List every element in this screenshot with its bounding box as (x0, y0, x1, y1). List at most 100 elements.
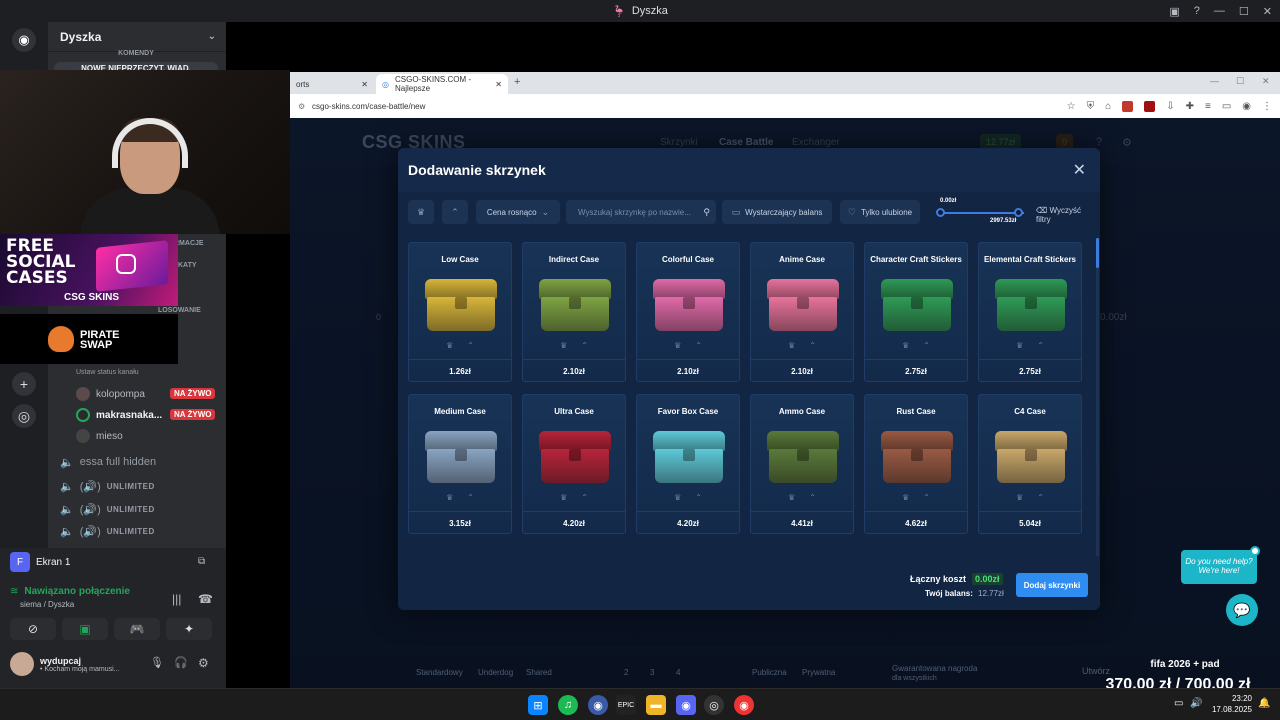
chat-button[interactable]: 💬 (1226, 594, 1258, 626)
clock[interactable]: 23:20 17.08.2025 (1212, 693, 1252, 715)
close-tab-icon[interactable]: ✕ (361, 80, 368, 89)
status-hint[interactable]: Ustaw status kanału (76, 369, 196, 376)
close-icon[interactable]: ✕ (1073, 160, 1086, 180)
case-card[interactable]: Colorful Case ♛ ⌃ 2.10zł (636, 242, 740, 382)
chevron-up-icon[interactable]: ⌃ (1037, 341, 1044, 350)
guaranteed-reward[interactable]: Gwarantowana nagroda (892, 664, 977, 673)
epic-games-icon[interactable]: EPIC (616, 695, 636, 715)
noise-icon[interactable]: ||| (172, 592, 181, 606)
disconnect-icon[interactable]: ☎ (198, 592, 213, 606)
activity-button[interactable]: 🎮 (114, 618, 160, 640)
voice-channel[interactable]: 🔈 (🔊) UNLIMITED (60, 500, 155, 518)
url-text[interactable]: csgo-skins.com/case-battle/new (312, 102, 425, 111)
case-card[interactable]: Medium Case ♛ ⌃ 3.15zł (408, 394, 512, 534)
extension-red-icon[interactable] (1122, 100, 1134, 112)
case-card[interactable]: Ammo Case ♛ ⌃ 4.41zł (750, 394, 854, 534)
crown-icon[interactable]: ♛ (560, 493, 567, 502)
spotify-icon[interactable]: ♫ (558, 695, 578, 715)
file-explorer-icon[interactable]: ▬ (646, 695, 666, 715)
chat-close-dot[interactable] (1250, 546, 1260, 556)
range-min-handle[interactable] (936, 208, 945, 217)
extension-icon[interactable]: ⌂ (1105, 101, 1111, 112)
obs-icon[interactable]: ◎ (704, 695, 724, 715)
mode-standard[interactable]: Standardowy (416, 668, 463, 677)
chevron-up-icon[interactable]: ⌃ (809, 341, 816, 350)
chevron-up-icon[interactable]: ⌃ (923, 493, 930, 502)
voice-channel[interactable]: 🔈 (🔊) UNLIMITED (60, 522, 155, 540)
case-card[interactable]: Anime Case ♛ ⌃ 2.10zł (750, 242, 854, 382)
case-card[interactable]: C4 Case ♛ ⌃ 5.04zł (978, 394, 1082, 534)
voice-channel[interactable]: 🔈 (🔊) UNLIMITED (60, 477, 155, 495)
players-2[interactable]: 2 (624, 668, 628, 677)
tab-previous[interactable]: orts ✕ (290, 74, 374, 94)
browser-menu-icon[interactable]: ⋮ (1262, 101, 1272, 112)
crown-icon[interactable]: ♛ (560, 341, 567, 350)
tab-active[interactable]: ◎ CSGO-SKINS.COM - Najlepsze ✕ (376, 74, 508, 94)
user-panel[interactable]: wydupcaj • Kocham moją mamusi... (10, 652, 119, 676)
app-orb-icon[interactable]: ◉ (588, 695, 608, 715)
clear-filters-button[interactable]: ⌫ Wyczyść filtry (1036, 206, 1090, 224)
chevron-up-icon[interactable]: ⌃ (1037, 493, 1044, 502)
site-info-icon[interactable]: ⚙ (298, 102, 305, 111)
address-bar[interactable]: ⚙ csgo-skins.com/case-battle/new ☆ ⛨ ⌂ ⇩… (290, 94, 1280, 118)
chevron-up-icon[interactable]: ⌃ (809, 493, 816, 502)
crown-icon[interactable]: ♛ (788, 493, 795, 502)
chat-help-bubble[interactable]: Do you need help? We're here! (1181, 550, 1257, 584)
maximize-button[interactable]: ☐ (1239, 5, 1249, 18)
profile-icon[interactable]: ◉ (1242, 101, 1251, 112)
discord-home-icon[interactable]: ◉ (12, 28, 36, 52)
screen-share-row[interactable]: F Ekran 1 (10, 552, 70, 572)
range-max-handle[interactable] (1014, 208, 1023, 217)
visibility-public[interactable]: Publiczna (752, 668, 787, 677)
voice-user[interactable]: kolopompa (76, 386, 145, 402)
mode-shared[interactable]: Shared (526, 668, 552, 677)
crown-icon[interactable]: ♛ (1016, 493, 1023, 502)
minimize-button[interactable]: — (1214, 5, 1225, 17)
crown-filter-button[interactable]: ♛ (408, 200, 434, 224)
network-icon[interactable]: ▭ (1174, 698, 1183, 709)
chevron-up-icon[interactable]: ⌃ (467, 493, 474, 502)
case-card[interactable]: Indirect Case ♛ ⌃ 2.10zł (522, 242, 626, 382)
channel-losowanie[interactable]: LOSOWANIE (158, 307, 218, 314)
voice-user[interactable]: mieso (76, 428, 123, 444)
mic-icon[interactable]: 🎙 (150, 656, 164, 669)
voice-user[interactable]: makrasnaka... (76, 407, 162, 423)
inbox-icon[interactable]: ▣ (1169, 5, 1179, 18)
crown-icon[interactable]: ♛ (1016, 341, 1023, 350)
tab-search-icon[interactable]: ▭ (1222, 101, 1231, 112)
close-tab-icon[interactable]: ✕ (495, 80, 502, 89)
crown-icon[interactable]: ♛ (446, 493, 453, 502)
crown-icon[interactable]: ♛ (788, 341, 795, 350)
extension-download-icon[interactable]: ⇩ (1166, 101, 1174, 112)
enough-balance-toggle[interactable]: ▭ Wystarczający balans (722, 200, 832, 224)
notification-bell-icon[interactable]: 🔔 (1258, 698, 1270, 709)
extensions-puzzle-icon[interactable]: ✚ (1186, 101, 1194, 112)
reading-list-icon[interactable]: ≡ (1205, 101, 1211, 112)
chevron-up-icon[interactable]: ⌃ (923, 341, 930, 350)
screen-share-button[interactable]: ▣ (62, 618, 108, 640)
chevron-up-icon[interactable]: ⌃ (581, 341, 588, 350)
players-4[interactable]: 4 (676, 668, 680, 677)
chevron-up-icon[interactable]: ⌃ (695, 341, 702, 350)
players-3[interactable]: 3 (650, 668, 654, 677)
case-card[interactable]: Ultra Case ♛ ⌃ 4.20zł (522, 394, 626, 534)
headphones-icon[interactable]: 🎧 (174, 656, 188, 669)
visibility-private[interactable]: Prywatna (802, 668, 835, 677)
search-input[interactable] (568, 200, 714, 224)
scrollbar-thumb[interactable] (1096, 238, 1099, 268)
add-server-icon[interactable]: + (12, 372, 36, 396)
popout-icon[interactable]: ⧉ (198, 556, 205, 567)
chevron-up-icon[interactable]: ⌃ (581, 493, 588, 502)
extension-shield-icon[interactable]: ⛨ (1087, 101, 1095, 112)
browser-maximize[interactable]: ☐ (1236, 76, 1244, 87)
voice-channel[interactable]: 🔈 essa full hidden (60, 453, 156, 471)
windows-start-icon[interactable]: ⊞ (528, 695, 548, 715)
camera-off-button[interactable]: ⊘ (10, 618, 56, 640)
connection-channel[interactable]: siema / Dyszka (20, 600, 74, 609)
mode-underdog[interactable]: Underdog (478, 668, 513, 677)
crown-icon[interactable]: ♛ (902, 341, 909, 350)
close-window-button[interactable]: ✕ (1263, 5, 1272, 18)
case-card[interactable]: Rust Case ♛ ⌃ 4.62zł (864, 394, 968, 534)
rank-filter-button[interactable]: ⌃ (442, 200, 468, 224)
browser-close[interactable]: ✕ (1262, 76, 1270, 87)
